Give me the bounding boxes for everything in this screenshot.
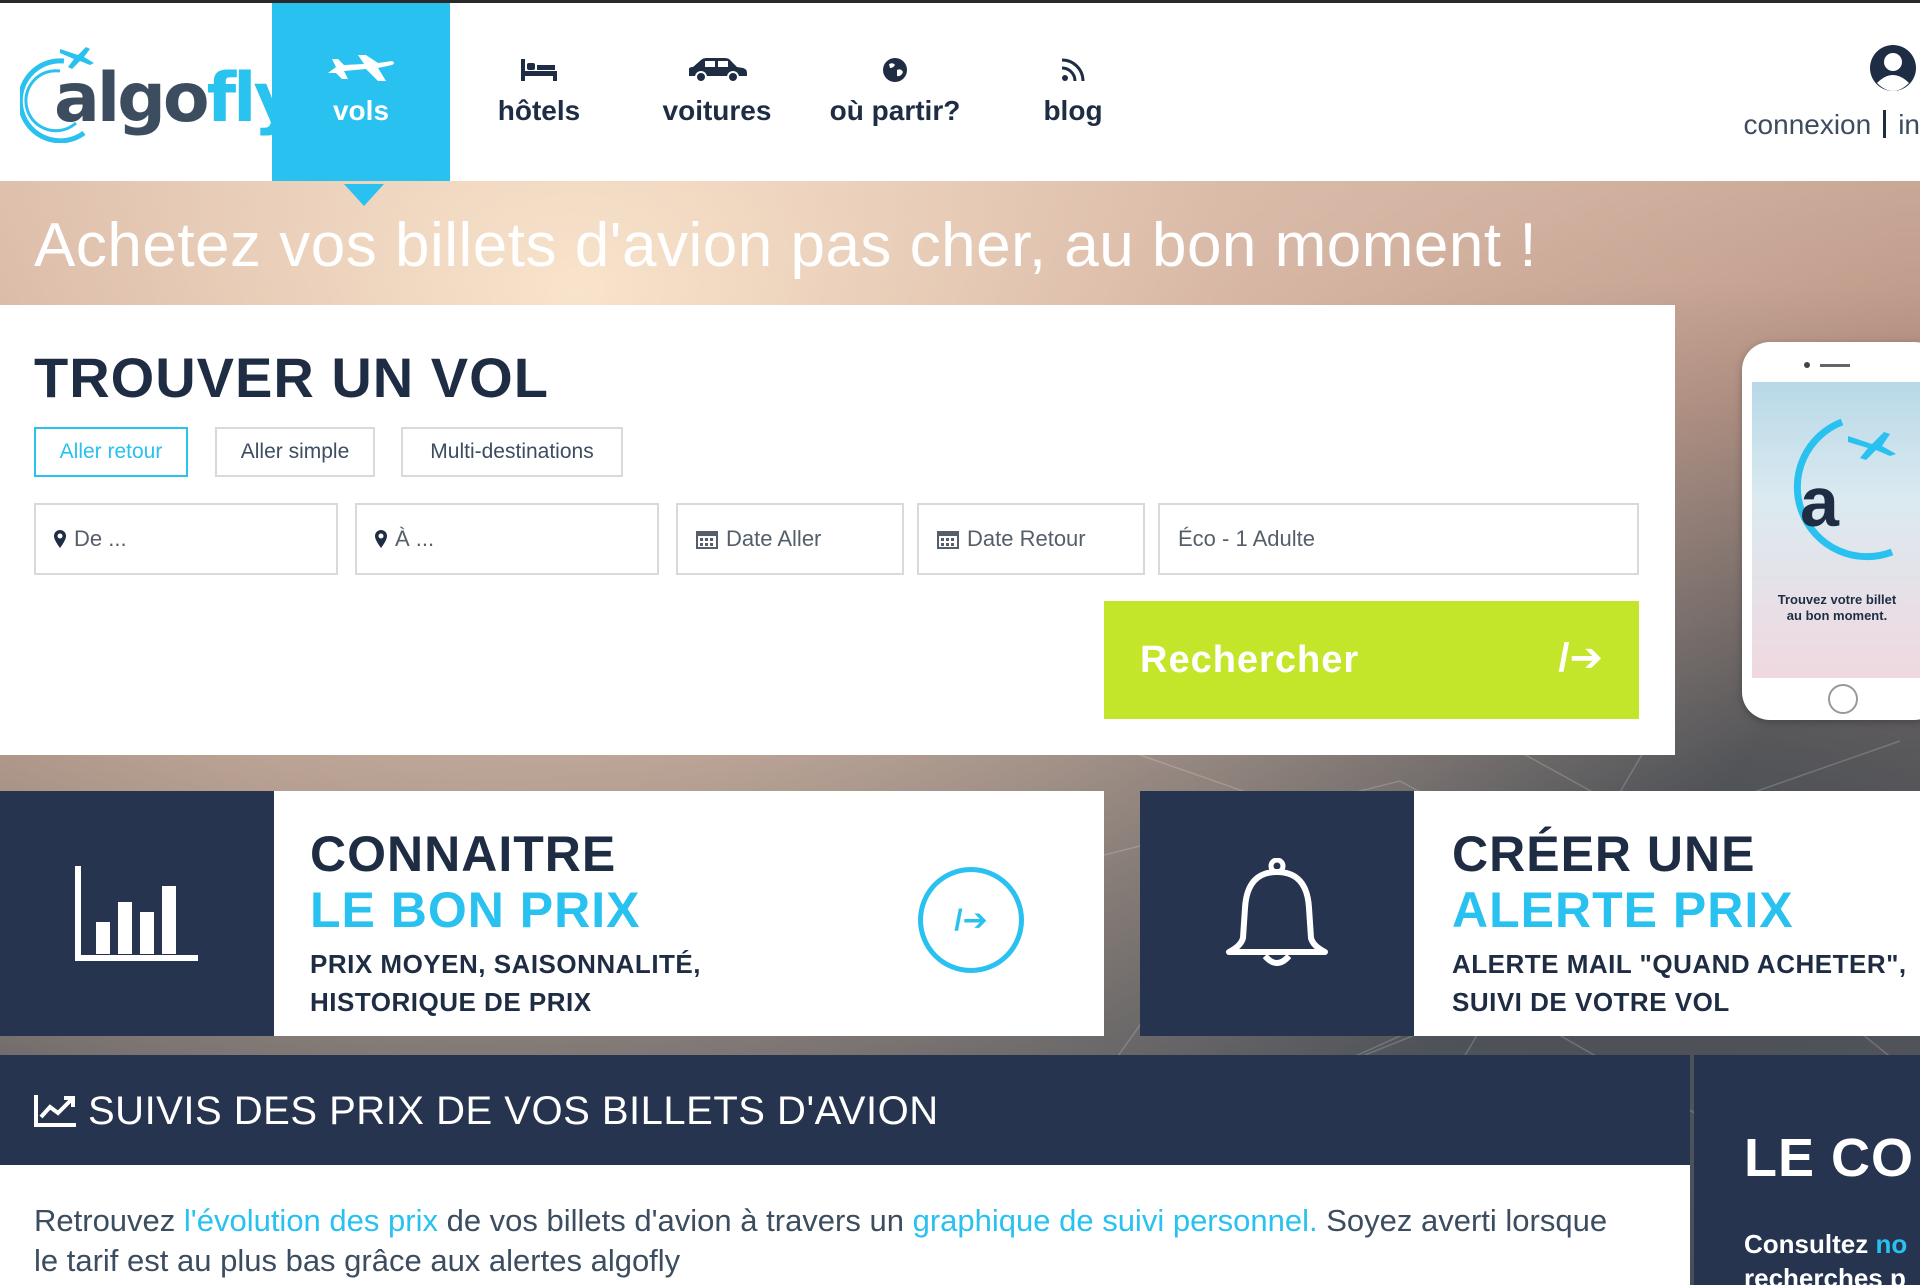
account-area: connexion in [1740,43,1920,153]
feature-description-line-2: HISTORIQUE DE PRIX [310,987,592,1017]
calendar-icon [696,529,718,549]
plane-icon [272,53,450,87]
trip-type-multi-city[interactable]: Multi-destinations [401,427,623,477]
nav-item-hotels[interactable]: hôtels [450,3,628,181]
departure-date-field[interactable]: Date Aller [676,503,904,575]
origin-field[interactable]: De ... [34,503,338,575]
hero-title: Achetez vos billets d'avion pas cher, au… [34,211,1538,280]
nav-label: où partir? [829,95,961,126]
return-date-placeholder: Date Retour [967,526,1086,551]
bell-icon [1140,791,1414,1036]
search-button[interactable]: Rechercher /➔ [1104,601,1639,719]
bar-chart-icon [0,791,274,1036]
user-icon[interactable] [1868,43,1918,98]
bed-icon [450,53,628,87]
feature-card-price-alert[interactable]: CRÉER UNE ALERTE PRIX ALERTE MAIL "QUAND… [1140,791,1920,1036]
feature-description-line-2: SUIVI DE VOTRE VOL [1452,987,1730,1017]
rss-icon [984,53,1162,87]
app-promo-phone[interactable]: a Trouvez votre billet au bon moment. [1742,342,1920,720]
login-link[interactable]: connexion [1744,109,1872,140]
nav-item-vols[interactable]: vols [272,3,450,181]
return-date-field[interactable]: Date Retour [917,503,1145,575]
destination-placeholder: À ... [395,526,435,551]
side-panel-title: LE CO [1744,1128,1915,1188]
map-pin-icon [375,530,387,548]
globe-icon [806,53,984,87]
personal-chart-link[interactable]: graphique de suivi personnel. [913,1203,1318,1238]
nav-item-ou-partir[interactable]: où partir? [806,3,984,181]
phone-home-button [1828,684,1858,714]
car-icon [628,53,806,87]
price-tracking-body: Retrouvez l'évolution des prix de vos bi… [0,1165,1690,1285]
search-button-label: Rechercher [1140,639,1360,681]
feature-title-line-1: CONNAITRE [310,826,617,882]
departure-date-placeholder: Date Aller [726,526,822,551]
app-tagline: Trouvez votre billet au bon moment. [1777,592,1897,623]
search-title: TROUVER UN VOL [34,346,549,409]
site-header: algofly vols hôtels voitures où partir? … [0,3,1920,206]
side-panel: LE CO Consultez no recherches p [1694,1055,1920,1285]
price-tracking-title: SUIVIS DES PRIX DE VOS BILLETS D'AVION [88,1089,939,1133]
feature-title-line-1: CRÉER UNE [1452,826,1756,882]
destination-field[interactable]: À ... [355,503,659,575]
arrow-right-icon: /➔ [1558,636,1603,680]
trip-type-round-trip[interactable]: Aller retour [34,427,188,477]
nav-label: hôtels [497,95,581,126]
phone-screen: a Trouvez votre billet au bon moment. [1752,382,1920,678]
nav-item-voitures[interactable]: voitures [628,3,806,181]
algofly-logo[interactable]: algofly [20,43,298,153]
nav-label: vols [332,95,390,126]
nav-label: blog [1043,95,1103,126]
side-panel-text: Consultez no recherches p [1744,1229,1908,1285]
app-logo-letter: a [1800,463,1839,541]
feature-title-line-2: ALERTE PRIX [1452,882,1794,938]
price-tracking-header: SUIVIS DES PRIX DE VOS BILLETS D'AVION [0,1055,1690,1165]
map-pin-icon [54,530,66,548]
price-evolution-link[interactable]: l'évolution des prix [184,1203,438,1238]
feature-title-line-2: LE BON PRIX [310,882,641,938]
account-links: connexion in [1744,109,1920,141]
feature-description-line-1: ALERTE MAIL "QUAND ACHETER", [1452,949,1907,979]
phone-camera [1804,362,1810,368]
feature-card-price-info[interactable]: CONNAITRE LE BON PRIX PRIX MOYEN, SAISON… [0,791,1104,1036]
feature-description-line-1: PRIX MOYEN, SAISONNALITÉ, [310,949,701,979]
logo-wordmark: algofly [54,59,298,138]
divider [1883,110,1887,138]
phone-speaker [1820,364,1850,367]
calendar-icon [937,529,959,549]
passengers-class-value: Éco - 1 Adulte [1178,526,1315,551]
passengers-class-field[interactable]: Éco - 1 Adulte [1158,503,1639,575]
trip-type-one-way[interactable]: Aller simple [215,427,375,477]
active-nav-pointer [344,184,384,206]
nav-item-blog[interactable]: blog [984,3,1162,181]
signup-link[interactable]: in [1898,109,1920,140]
nav-label: voitures [662,95,772,126]
price-tracking-text: Retrouvez l'évolution des prix de vos bi… [34,1203,1608,1278]
side-panel-link[interactable]: no [1875,1229,1907,1259]
flight-search-card: TROUVER UN VOL Aller retour Aller simple… [0,305,1675,755]
trend-line-icon [34,1093,78,1132]
origin-placeholder: De ... [74,526,127,551]
circle-arrow-button[interactable]: /➔ [918,867,1024,973]
